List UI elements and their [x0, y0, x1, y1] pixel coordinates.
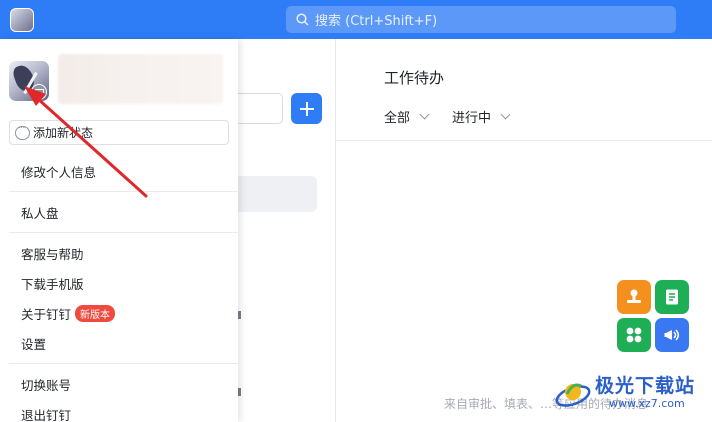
watermark-title: 极光下载站: [595, 375, 696, 397]
add-status-button[interactable]: 添加新状态: [9, 120, 229, 145]
menu-item-download-mobile[interactable]: 下载手机版: [21, 274, 84, 293]
divider: [336, 140, 712, 141]
menu-divider: [9, 363, 238, 364]
filter-label: 全部: [384, 111, 411, 126]
todo-filters: 全部 进行中: [384, 107, 511, 126]
quick-app-form[interactable]: [655, 280, 689, 314]
top-bar: 搜索 (Ctrl+Shift+F): [0, 0, 712, 39]
grid-apps-icon: [626, 327, 642, 343]
menu-item-label: 私人盘: [21, 206, 59, 221]
add-status-label: 添加新状态: [33, 126, 94, 140]
camera-icon[interactable]: [31, 84, 47, 100]
watermark-url: www.xz7.com: [609, 397, 685, 410]
menu-item-switch-account[interactable]: 切换账号: [21, 375, 71, 394]
chat-bubble-icon: [15, 123, 30, 140]
conversation-panel: [238, 39, 336, 422]
menu-item-label: 客服与帮助: [21, 247, 84, 262]
menu-item-label: 修改个人信息: [21, 165, 97, 180]
conversation-list-item[interactable]: [238, 311, 241, 319]
profile-dropdown-menu: 添加新状态 修改个人信息 私人盘 客服与帮助 下载手机版 关于钉钉 新版本 设置…: [0, 39, 238, 422]
menu-item-label: 关于钉钉: [21, 307, 72, 322]
quick-app-workbench[interactable]: [617, 318, 651, 352]
add-button[interactable]: [291, 93, 322, 124]
filter-in-progress-dropdown[interactable]: 进行中: [452, 107, 511, 126]
search-icon: [296, 13, 309, 26]
menu-divider: [9, 191, 238, 192]
search-placeholder: 搜索 (Ctrl+Shift+F): [315, 14, 438, 29]
menu-item-label: 切换账号: [21, 378, 72, 393]
app-logo-avatar[interactable]: [10, 8, 34, 32]
document-icon: [666, 289, 678, 305]
menu-item-logout[interactable]: 退出钉钉: [21, 405, 71, 422]
new-version-badge: 新版本: [75, 305, 116, 322]
menu-item-private-disk[interactable]: 私人盘: [21, 203, 59, 222]
stamp-icon: [627, 289, 641, 303]
site-watermark: 极光下载站 www.xz7.com: [553, 368, 712, 422]
blurred-username: [58, 54, 223, 104]
conversation-list-item[interactable]: [238, 388, 241, 396]
todo-panel: 工作待办 全部 进行中 来自审批、填表、…等应用的待办消息: [336, 39, 712, 422]
menu-item-label: 设置: [21, 337, 47, 352]
todo-title: 工作待办: [384, 69, 445, 87]
quick-app-announcement[interactable]: [655, 318, 689, 352]
search-bar[interactable]: 搜索 (Ctrl+Shift+F): [286, 6, 676, 33]
chevron-down-icon: [419, 109, 430, 120]
menu-item-label: 退出钉钉: [21, 408, 72, 422]
menu-item-label: 下载手机版: [21, 277, 84, 292]
menu-divider: [9, 232, 238, 233]
menu-item-about[interactable]: 关于钉钉 新版本: [21, 304, 116, 323]
filter-label: 进行中: [452, 111, 492, 126]
watermark-logo-icon: [555, 383, 591, 407]
conversation-search-input[interactable]: [238, 93, 283, 124]
selected-conversation-item[interactable]: [238, 176, 317, 212]
megaphone-icon: [664, 329, 679, 341]
filter-all-dropdown[interactable]: 全部: [384, 107, 430, 126]
quick-app-approval[interactable]: [617, 280, 651, 314]
chevron-down-icon: [500, 109, 511, 120]
menu-item-edit-profile[interactable]: 修改个人信息: [21, 162, 96, 181]
menu-item-help[interactable]: 客服与帮助: [21, 244, 84, 263]
menu-item-settings[interactable]: 设置: [21, 334, 46, 353]
